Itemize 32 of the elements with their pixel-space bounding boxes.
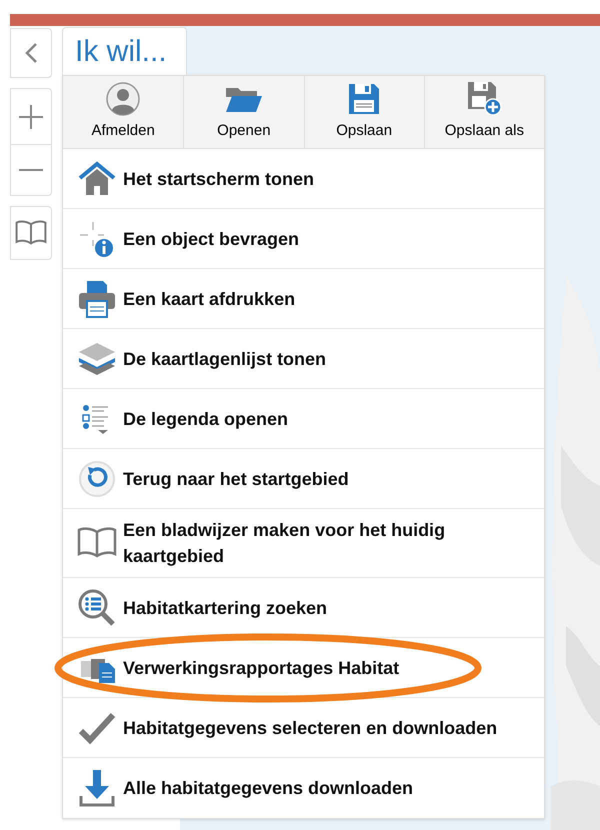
tab[interactable]: Ik wil... bbox=[62, 27, 187, 75]
floppy-disk-plus-icon bbox=[466, 80, 502, 116]
menu-item[interactable]: Habitatgegevens selecteren en downloaden bbox=[123, 714, 498, 740]
bookmark-button[interactable] bbox=[10, 206, 52, 260]
menu-item[interactable]: Een kaart afdrukken bbox=[123, 286, 296, 312]
toolbar-button[interactable]: Opslaan bbox=[304, 76, 424, 148]
menu-item[interactable]: De kaartlagenlijst tonen bbox=[123, 346, 326, 372]
checkmark-icon bbox=[78, 710, 116, 744]
refresh-icon bbox=[78, 460, 116, 498]
menu-item[interactable]: Terug naar het startgebied bbox=[123, 466, 349, 492]
back-button[interactable] bbox=[10, 28, 52, 78]
house-icon bbox=[78, 160, 116, 196]
menu-item[interactable]: De legenda openen bbox=[123, 406, 288, 432]
layers-icon bbox=[77, 340, 117, 376]
menu-item[interactable]: Een object bevragen bbox=[123, 226, 300, 252]
toolbar-button[interactable]: Opslaan als bbox=[424, 76, 544, 148]
open-book-icon bbox=[77, 526, 117, 560]
open-book-icon bbox=[15, 219, 47, 247]
menu-item[interactable]: Het startscherm tonen bbox=[123, 166, 314, 192]
menu-item[interactable]: Alle habitatgegevens downloaden bbox=[123, 775, 414, 801]
download-icon bbox=[78, 768, 116, 808]
plus-icon bbox=[18, 104, 44, 130]
chevron-left-icon bbox=[24, 42, 38, 64]
menu-item[interactable]: Habitatkartering zoeken bbox=[123, 594, 328, 620]
printer-icon bbox=[77, 278, 117, 318]
crosshair-info-icon bbox=[78, 220, 116, 258]
menu-item[interactable]: Een bladwijzer maken voor het huidig kaartgebied bbox=[123, 517, 540, 569]
toolbar-button[interactable]: Openen bbox=[183, 76, 304, 148]
minus-icon bbox=[18, 168, 44, 172]
toolbar-button[interactable]: Afmelden bbox=[63, 76, 184, 148]
user-icon bbox=[106, 82, 140, 116]
search-list-icon bbox=[77, 588, 117, 628]
